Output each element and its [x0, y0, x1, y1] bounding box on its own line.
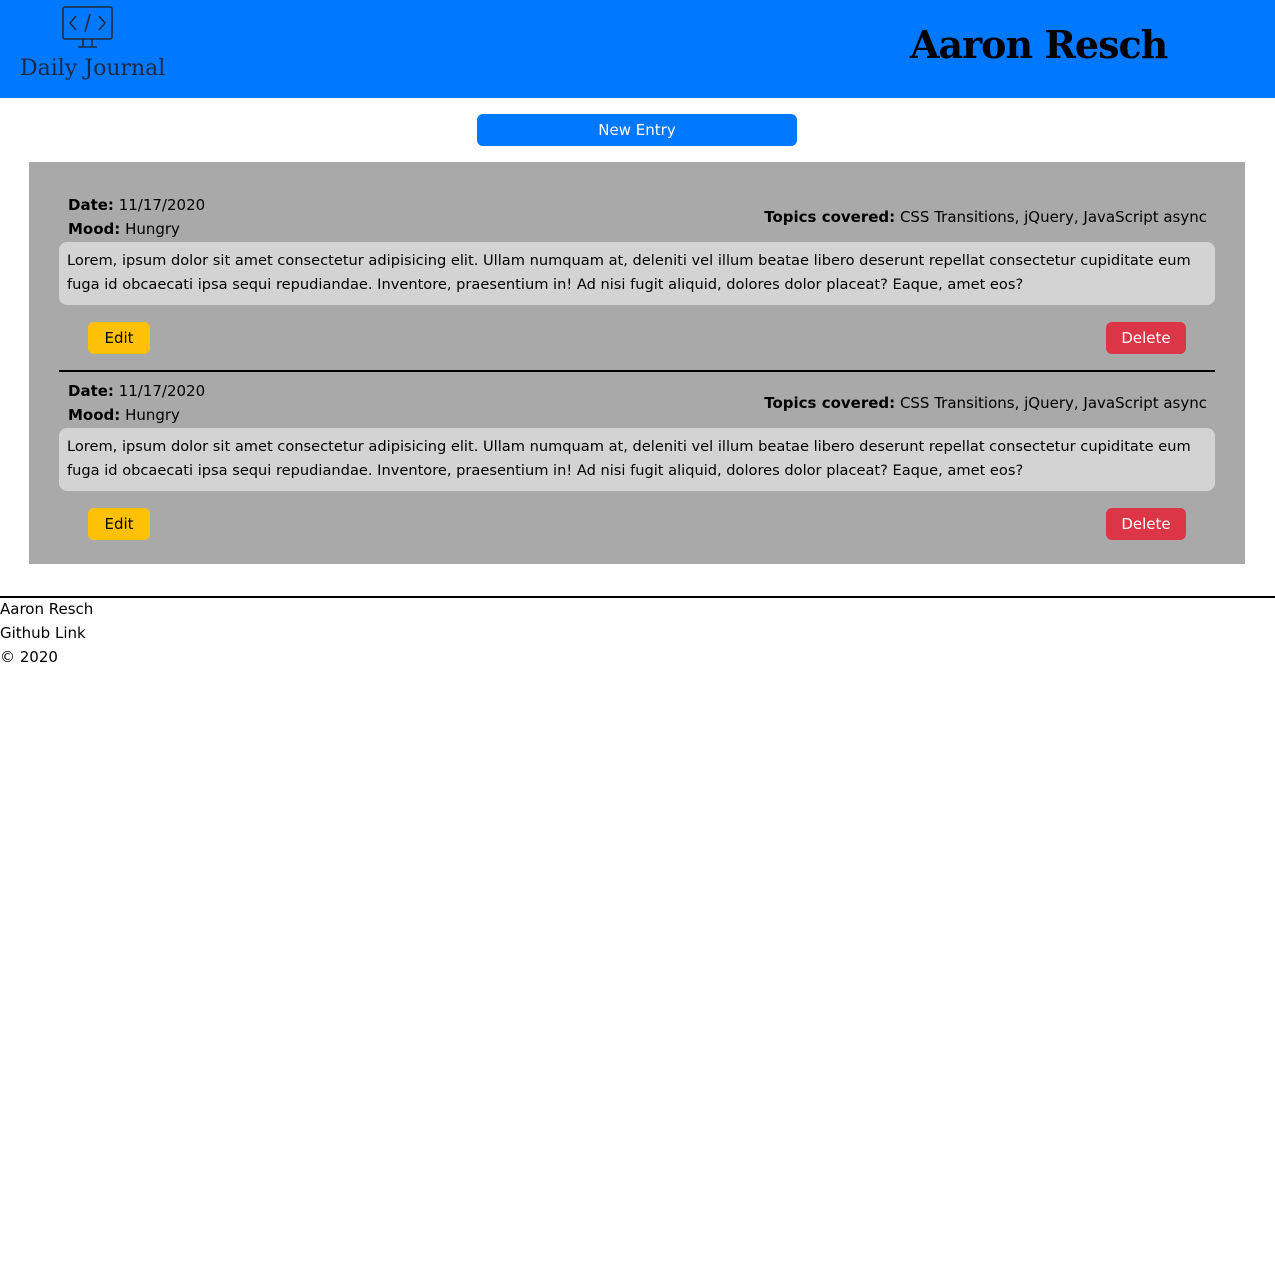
journal-entry: Date: 11/17/2020 Mood: Hungry Topics cov…: [59, 162, 1215, 354]
mood-label: Mood:: [68, 220, 121, 238]
entry-date: Date: 11/17/2020: [68, 196, 205, 214]
entry-mood: Mood: Hungry: [68, 220, 180, 238]
date-value: 11/17/2020: [118, 382, 206, 400]
date-label: Date:: [68, 382, 114, 400]
topics-value: CSS Transitions, jQuery, JavaScript asyn…: [899, 394, 1207, 412]
mood-value: Hungry: [125, 406, 180, 424]
topics-label: Topics covered:: [764, 394, 896, 412]
mood-value: Hungry: [125, 220, 180, 238]
date-label: Date:: [68, 196, 114, 214]
mood-label: Mood:: [68, 406, 121, 424]
entry-body: Lorem, ipsum dolor sit amet consectetur …: [59, 428, 1215, 491]
code-monitor-icon: [62, 6, 113, 48]
page-title: Aaron Resch: [910, 22, 1168, 67]
footer-name: Aaron Resch: [0, 600, 94, 618]
entry-mood: Mood: Hungry: [68, 406, 180, 424]
entry-date: Date: 11/17/2020: [68, 382, 205, 400]
logo-text: Daily Journal: [20, 56, 166, 81]
entry-body: Lorem, ipsum dolor sit amet consectetur …: [59, 242, 1215, 305]
footer-divider: [0, 596, 1275, 598]
topics-label: Topics covered:: [764, 208, 896, 226]
github-link[interactable]: Github Link: [0, 624, 86, 642]
topics-value: CSS Transitions, jQuery, JavaScript asyn…: [899, 208, 1207, 226]
entries-list: Date: 11/17/2020 Mood: Hungry Topics cov…: [29, 162, 1245, 564]
logo[interactable]: Daily Journal: [18, 6, 165, 86]
delete-button[interactable]: Delete: [1106, 508, 1186, 540]
new-entry-button[interactable]: New Entry: [477, 114, 797, 146]
entry-topics: Topics covered: CSS Transitions, jQuery,…: [764, 394, 1207, 412]
date-value: 11/17/2020: [118, 196, 206, 214]
site-header: Daily Journal Aaron Resch: [0, 0, 1275, 98]
edit-button[interactable]: Edit: [88, 508, 150, 540]
entry-topics: Topics covered: CSS Transitions, jQuery,…: [764, 208, 1207, 226]
footer-copyright: © 2020: [0, 648, 58, 666]
journal-entry: Date: 11/17/2020 Mood: Hungry Topics cov…: [59, 348, 1215, 540]
